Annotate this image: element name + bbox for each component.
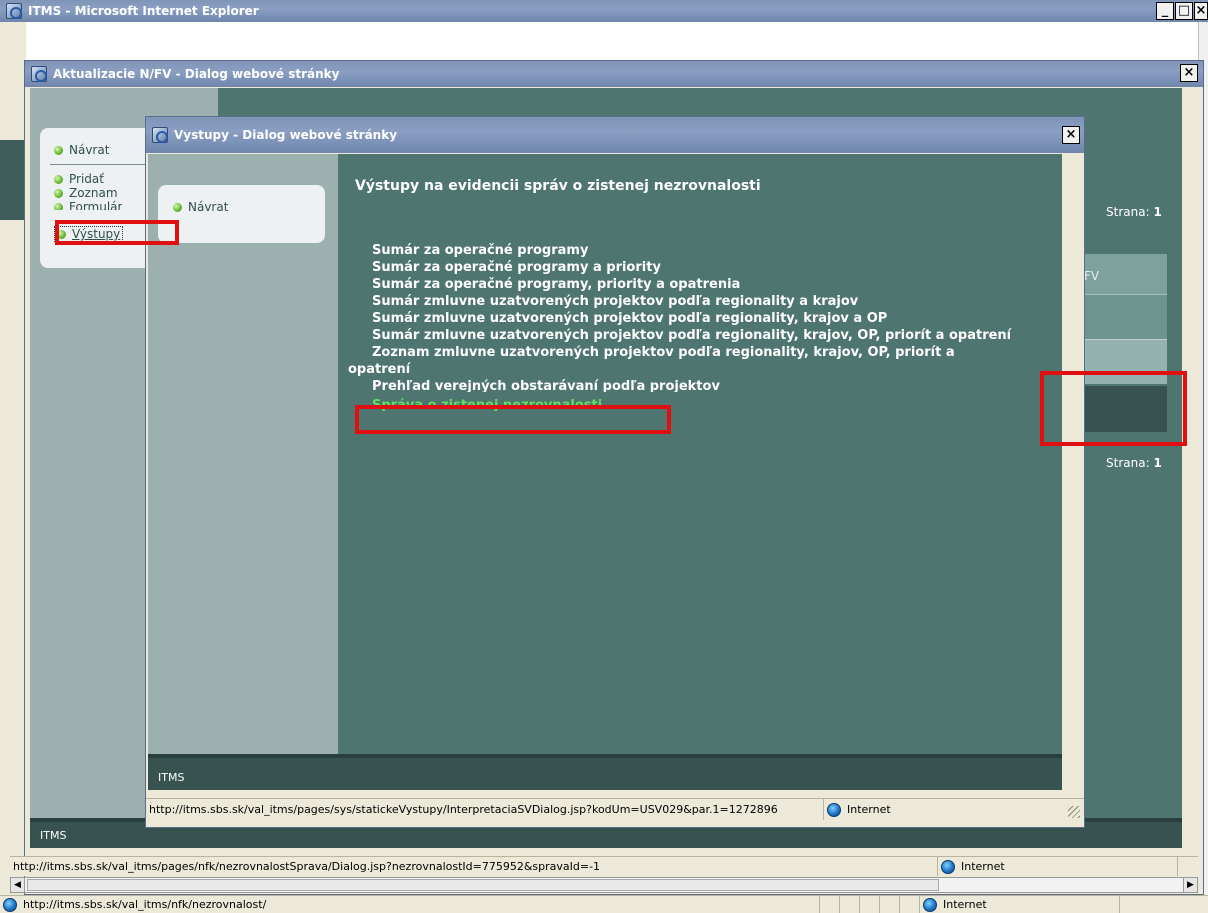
ie-zone-field: Internet [920,896,1120,913]
annotation-box-table-row [1040,371,1187,446]
dialog1-status-url-field: http://itms.sbs.sk/val_itms/pages/nfk/ne… [10,857,938,876]
report-link-procurement[interactable]: Prehľad verejných obstarávaní podľa proj… [372,379,720,392]
internet-zone-icon [941,859,955,874]
ie-status-empty-2 [840,896,860,913]
dialog2-title-bar: Vystupy - Dialog webové stránky [146,117,1084,153]
report-link-op-priority[interactable]: Sumár za operačné programy a priority [372,260,661,276]
dialog2-title: Vystupy - Dialog webové stránky [174,128,398,142]
bullet-icon [54,175,63,184]
report-link-projects-region[interactable]: Sumár zmluvne uzatvorených projektov pod… [372,294,858,310]
dialog2-status-url: http://itms.sbs.sk/val_itms/pages/sys/st… [149,803,778,816]
dialog1-title: Aktualizacie N/FV - Dialog webové stránk… [53,67,340,81]
ie-status-bar: http://itms.sbs.sk/val_itms/nfk/nezrovna… [0,895,1208,913]
dialog2-heading: Výstupy na evidencii správ o zistenej ne… [355,178,761,194]
ie-zone-label: Internet [943,898,987,911]
dialog1-icon [31,66,47,82]
dialog1-horizontal-scrollbar[interactable]: ◀ ▶ [10,877,1198,893]
dialog1-close-button[interactable]: × [1180,64,1198,82]
scroll-thumb[interactable] [27,879,939,891]
dialog1-zone-field: Internet [938,857,1178,876]
dialog2-nav-box [158,185,325,243]
dialog2-zone-label: Internet [847,803,891,816]
dialog1-nav-divider [50,164,148,165]
report-link-projects-region-full[interactable]: Sumár zmluvne uzatvorených projektov pod… [372,328,1011,344]
dialog1-footer-label: ITMS [40,829,67,842]
dialog2-zone-field: Internet [824,799,1064,820]
bullet-icon [54,203,63,210]
dialog1-page-number-top: 1 [1153,205,1162,219]
annotation-box-irregularity-report [355,405,671,434]
ie-status-empty-3 [860,896,880,913]
page-icon [3,897,17,912]
scroll-left-arrow[interactable]: ◀ [11,878,25,892]
dialog1-nav-zoznam[interactable]: Zoznam [54,186,118,200]
ie-status-empty-5 [900,896,920,913]
dialog2-icon [152,127,168,143]
dialog2-footer-label: ITMS [158,771,185,784]
dialog1-status-url: http://itms.sbs.sk/val_itms/pages/nfk/ne… [13,860,601,873]
ie-close-button[interactable]: × [1194,2,1208,20]
dialog1-column-fragment: FV [1084,269,1100,283]
scroll-right-arrow[interactable]: ▶ [1183,878,1197,892]
bullet-icon [54,146,63,155]
resize-grip-icon[interactable] [1068,806,1080,818]
dialog1-page-number-bottom: 1 [1153,456,1162,470]
ie-status-url-field: http://itms.sbs.sk/val_itms/nfk/nezrovna… [0,896,820,913]
ie-status-url: http://itms.sbs.sk/val_itms/nfk/nezrovna… [23,898,267,911]
ie-status-empty-4 [880,896,900,913]
ie-title-bar: ITMS - Microsoft Internet Explorer [0,0,1208,22]
dialog1-nav-pridat[interactable]: Pridať [54,172,104,186]
dialog1-page-label-top: Strana: 1 [1106,205,1162,219]
ie-status-empty-1 [820,896,840,913]
internet-zone-icon [827,802,841,817]
dialog1-table-row-1[interactable] [1084,294,1167,339]
report-link-op[interactable]: Sumár za operačné programy [372,243,588,259]
dialog2-status-url-field: http://itms.sbs.sk/val_itms/pages/sys/st… [146,799,824,820]
dialog1-title-bar: Aktualizacie N/FV - Dialog webové stránk… [25,61,1203,87]
dialog2-footer-gap [148,790,1062,798]
dialog1-table-header: FV [1084,254,1167,294]
report-link-project-list-wrap[interactable]: opatrení [348,362,410,378]
dialog1-status-bar: http://itms.sbs.sk/val_itms/pages/nfk/ne… [10,856,1198,876]
annotation-box-vystupy [55,220,179,245]
report-link-op-priority-measures[interactable]: Sumár za operačné programy, priority a o… [372,277,740,293]
report-link-projects-region-op[interactable]: Sumár zmluvne uzatvorených projektov pod… [372,311,887,327]
dialog2-close-button[interactable]: × [1062,126,1080,144]
bullet-icon [54,189,63,198]
ie-logo-icon [6,3,22,19]
dialog1-zone-label: Internet [961,860,1005,873]
dialog1-footer-gap [30,848,1182,856]
ie-window-title: ITMS - Microsoft Internet Explorer [28,4,259,18]
internet-zone-icon [923,897,937,912]
ie-maximize-button[interactable]: □ [1175,2,1193,20]
dialog2-footer: ITMS [148,754,1062,790]
ie-minimize-button[interactable]: _ [1156,2,1174,20]
dialog1-nav-navrat[interactable]: Návrat [54,143,109,157]
report-link-project-list[interactable]: Zoznam zmluvne uzatvorených projektov po… [372,345,955,361]
bullet-icon [173,203,182,212]
ie-page-edge-left [0,140,26,220]
dialog2-status-bar: http://itms.sbs.sk/val_itms/pages/sys/st… [146,798,1084,820]
dialog1-page-label-bottom: Strana: 1 [1106,456,1162,470]
dialog2-nav-navrat[interactable]: Návrat [173,200,228,214]
dialog1-nav-formular[interactable]: Formulár [54,200,122,210]
